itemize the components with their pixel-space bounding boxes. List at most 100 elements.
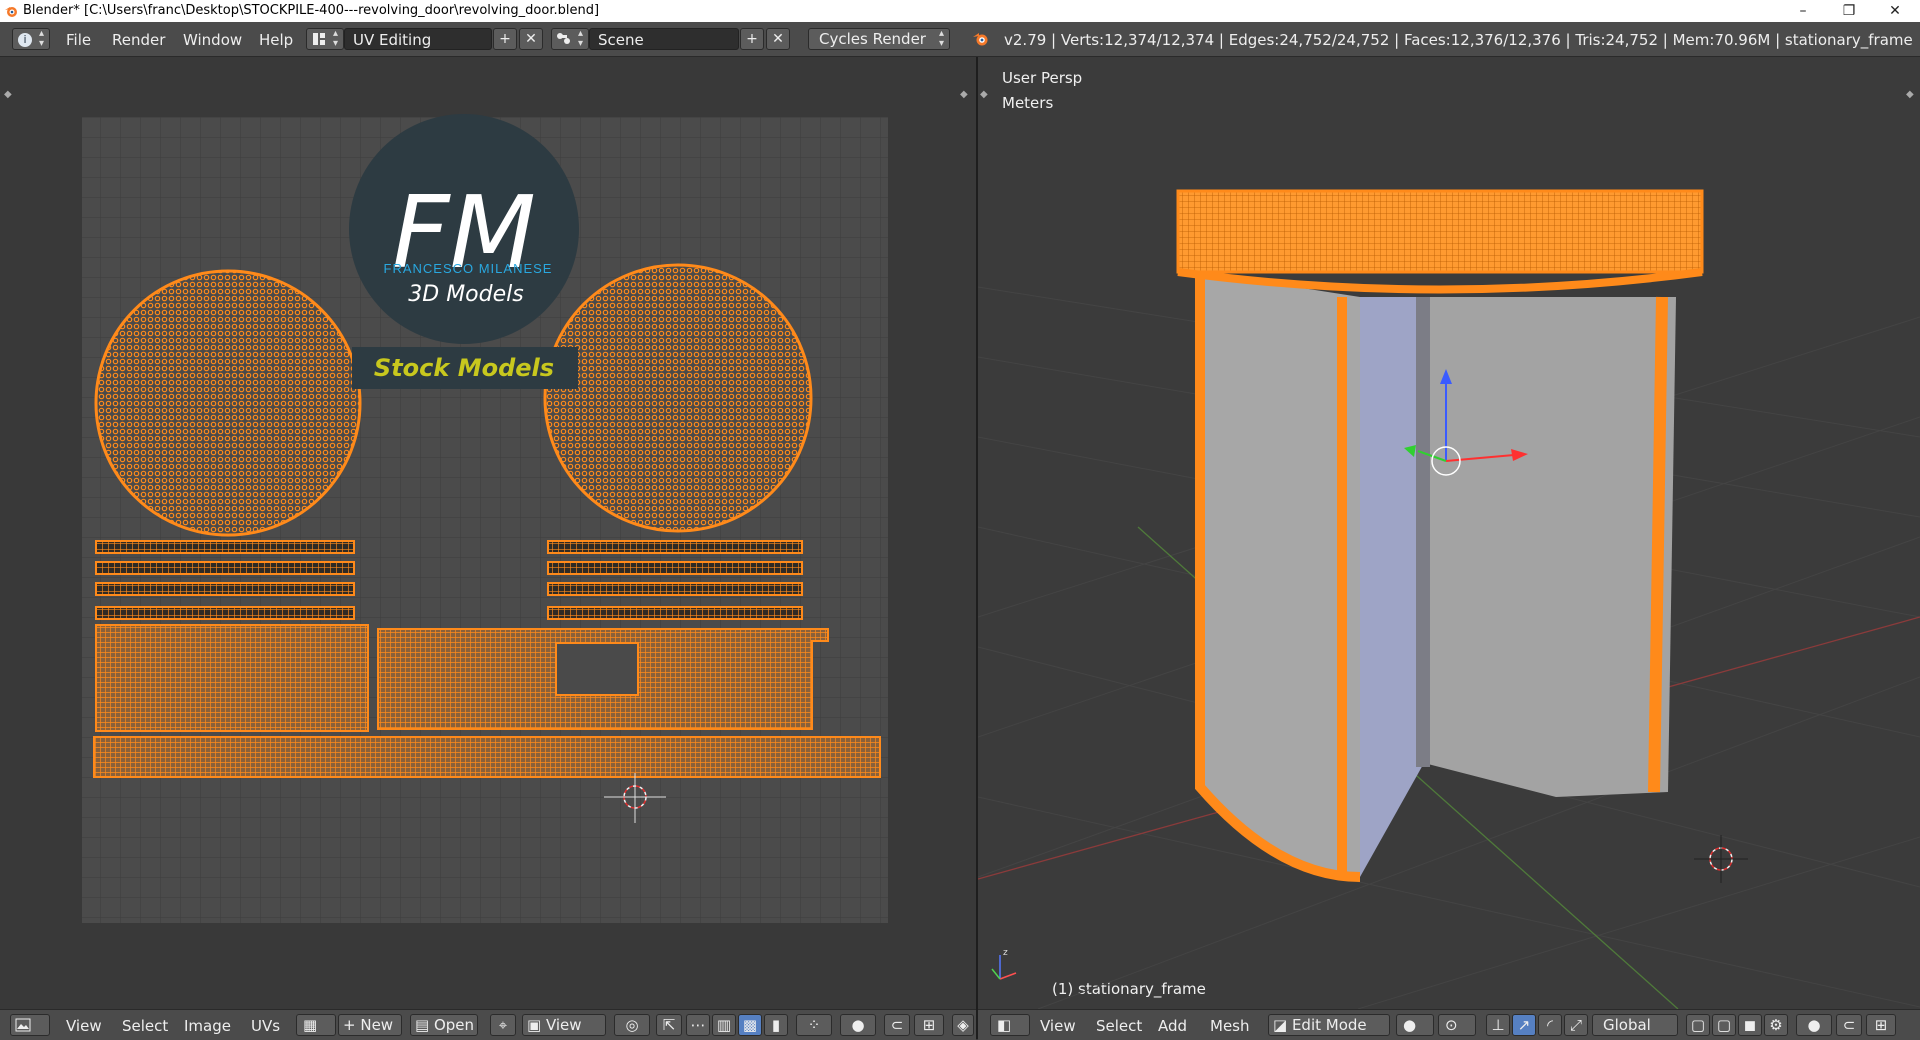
blender-status-icon [973, 33, 988, 46]
pivot-button[interactable]: ◎ [614, 1014, 650, 1036]
proportional-edit-button[interactable]: ● [1796, 1014, 1832, 1036]
up-down-arrows-icon: ▴ ▾ [938, 28, 944, 49]
scene-icon-button[interactable]: ▴ ▾ [551, 28, 589, 50]
snap-element-button[interactable]: ⊞ [914, 1014, 944, 1036]
maximize-button[interactable]: ❐ [1826, 0, 1872, 22]
mode-select[interactable]: ◪ Edit Mode [1268, 1014, 1390, 1036]
render-engine-select[interactable]: Cycles Render ▴ ▾ [808, 28, 950, 50]
island-select-icon: ▮ [771, 1016, 781, 1034]
view-mode-label: View [545, 1016, 582, 1034]
3d-viewport[interactable]: ◆ ◆ User Persp Meters (1) stationary_fra… [978, 57, 1920, 1009]
uv-island[interactable] [95, 624, 369, 732]
uv-island[interactable] [95, 561, 355, 575]
snap-element-button[interactable]: ⊞ [1866, 1014, 1896, 1036]
image-browse-button[interactable]: ▦ [296, 1014, 336, 1036]
menu-mesh[interactable]: Mesh [1210, 1017, 1250, 1035]
uv-canvas[interactable]: FM FRANCESCO MILANESE 3D Models Stock Mo… [0, 57, 976, 1009]
select-island-button[interactable]: ▮ [764, 1014, 788, 1036]
select-vertex-button[interactable]: ⋯ [686, 1014, 710, 1036]
screen-layout-field[interactable]: UV Editing [344, 28, 492, 50]
snap-button[interactable]: ⊂ [884, 1014, 910, 1036]
uv-island[interactable] [547, 561, 803, 575]
viewport-canvas[interactable]: z [978, 57, 1920, 1009]
translate-icon: ↗ [1517, 1016, 1531, 1034]
uv-image-editor[interactable]: ◆ ◆ FM FRANCESCO MILANESE 3D Models Stoc… [0, 57, 976, 1009]
scale-manipulator[interactable]: ⤢ [1564, 1014, 1588, 1036]
open-image-button[interactable]: ▤ Open [410, 1014, 478, 1036]
close-button[interactable]: ✕ [1872, 0, 1918, 22]
door-panel-right[interactable] [1424, 297, 1676, 797]
delete-scene-button[interactable]: ✕ [766, 28, 790, 50]
uv-island[interactable] [547, 582, 803, 596]
translate-manipulator[interactable]: ↗ [1512, 1014, 1536, 1036]
editor-type-button[interactable]: ◧ [990, 1014, 1030, 1036]
menu-uvs[interactable]: UVs [251, 1017, 280, 1035]
proportional-icon: ● [851, 1016, 865, 1034]
pivot-select[interactable]: ⊙ [1438, 1014, 1476, 1036]
menu-view[interactable]: View [1040, 1017, 1076, 1035]
snap-increment-icon: ⊞ [1874, 1016, 1888, 1034]
shading-select[interactable]: ● [1396, 1014, 1434, 1036]
menu-select[interactable]: Select [122, 1017, 168, 1035]
door-wing[interactable] [1360, 297, 1424, 877]
orientation-select[interactable]: Global [1592, 1014, 1678, 1036]
rotate-manipulator[interactable]: ◜ [1538, 1014, 1562, 1036]
delete-layout-button[interactable]: ✕ [519, 28, 543, 50]
scene-field[interactable]: Scene [589, 28, 739, 50]
menu-select[interactable]: Select [1096, 1017, 1142, 1035]
uv-island[interactable] [95, 582, 355, 596]
snap-button[interactable]: ⊂ [1836, 1014, 1862, 1036]
uv-island[interactable] [543, 263, 813, 533]
add-scene-button[interactable]: + [740, 28, 764, 50]
sticky-select-button[interactable]: ⁘ [796, 1014, 832, 1036]
top-frame-ring[interactable] [1176, 189, 1704, 274]
pivot-icon: ◎ [625, 1016, 639, 1034]
magnet-icon: ⊂ [1842, 1016, 1856, 1034]
uv-island[interactable] [95, 606, 355, 620]
proportional-edit-button[interactable]: ● [840, 1014, 876, 1036]
scene-statistics: v2.79 | Verts:12,374/12,374 | Edges:24,7… [1004, 31, 1913, 49]
layer-button[interactable]: ◼ [1738, 1014, 1762, 1036]
screen-layout-icon-button[interactable]: ▴ ▾ [306, 28, 344, 50]
select-edge-button[interactable]: ▥ [712, 1014, 736, 1036]
menu-view[interactable]: View [66, 1017, 102, 1035]
menu-help[interactable]: Help [259, 31, 293, 49]
editor-type-button[interactable] [10, 1014, 50, 1036]
sticky-icon: ⁘ [807, 1016, 821, 1034]
cube-edge-icon: ▢ [1716, 1016, 1732, 1034]
editor-type-button[interactable]: i ▴ ▾ [12, 28, 50, 50]
pin-button[interactable]: ⌖ [490, 1014, 516, 1036]
up-down-arrows-icon: ▴ ▾ [38, 28, 44, 49]
layer-button[interactable]: ▢ [1712, 1014, 1736, 1036]
menu-window[interactable]: Window [183, 31, 242, 49]
up-down-arrows-icon: ▴ ▾ [577, 28, 583, 49]
solid-shading-icon: ● [1403, 1016, 1417, 1034]
x-icon: ✕ [525, 31, 537, 47]
uv-island[interactable] [95, 540, 355, 554]
uv-island[interactable] [93, 736, 881, 778]
uv-channel-button[interactable]: ◈ [952, 1014, 974, 1036]
orientation-label: Global [1603, 1016, 1651, 1034]
uv-island[interactable] [94, 269, 362, 537]
menu-add[interactable]: Add [1158, 1017, 1187, 1035]
image-browse-icon: ▦ [303, 1016, 318, 1034]
door-panel-left[interactable] [1200, 272, 1360, 877]
uv-island[interactable] [547, 606, 803, 620]
3d-cursor-icon[interactable] [1694, 835, 1748, 883]
layer-button[interactable]: ▢ [1686, 1014, 1710, 1036]
select-face-button[interactable]: ▩ [738, 1014, 762, 1036]
manipulator-toggle[interactable]: ⊥ [1486, 1014, 1510, 1036]
menu-image[interactable]: Image [184, 1017, 231, 1035]
sync-selection-button[interactable]: ⇱ [656, 1014, 682, 1036]
minimize-button[interactable]: – [1780, 0, 1826, 22]
new-image-button[interactable]: + New [338, 1014, 402, 1036]
open-label: Open [433, 1016, 475, 1034]
menu-file[interactable]: File [66, 31, 91, 49]
limit-selection-button[interactable]: ⚙ [1764, 1014, 1788, 1036]
menu-render[interactable]: Render [112, 31, 165, 49]
plus-icon: + [499, 31, 511, 47]
add-layout-button[interactable]: + [493, 28, 517, 50]
selected-edge-loop[interactable] [1648, 296, 1668, 793]
uv-island[interactable] [547, 540, 803, 554]
view-mode-select[interactable]: ▣ View [522, 1014, 606, 1036]
